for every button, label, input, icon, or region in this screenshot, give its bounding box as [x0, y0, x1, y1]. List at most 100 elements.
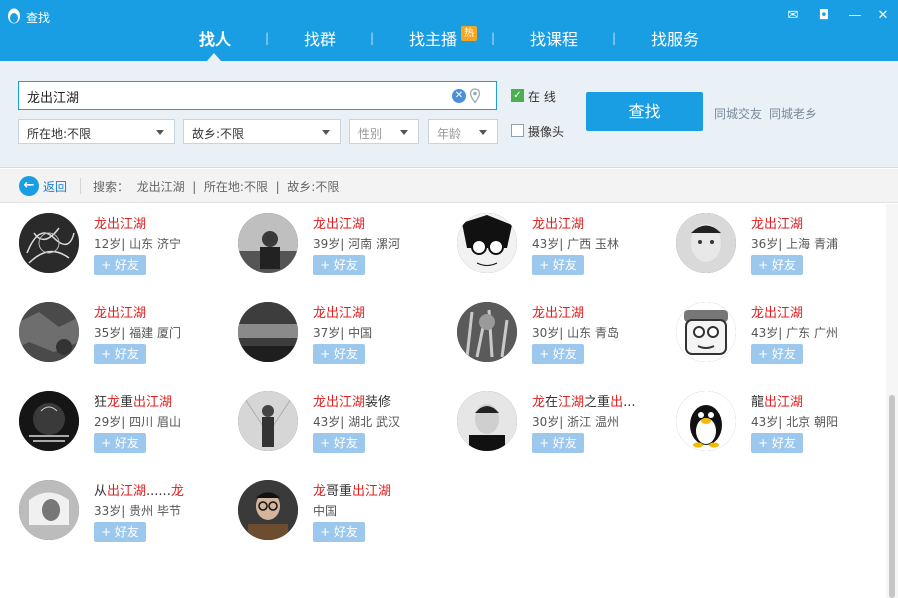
location-select[interactable]: 所在地:不限 — [18, 119, 175, 144]
result-info: 12岁| 山东 济宁 — [94, 237, 181, 251]
search-panel: ✕ 所在地:不限 故乡:不限 性别 年龄 ✓ 在 线 摄像头 查找 同城交友 同… — [0, 61, 898, 168]
result-nickname[interactable]: 狂龙重出江湖 — [94, 391, 172, 410]
active-tab-indicator — [207, 53, 221, 61]
clear-icon[interactable]: ✕ — [452, 89, 466, 103]
avatar[interactable] — [238, 480, 298, 540]
add-friend-button[interactable]: + 好友 — [313, 344, 365, 364]
back-arrow-icon[interactable]: ← — [19, 176, 39, 196]
add-friend-button[interactable]: + 好友 — [94, 522, 146, 542]
title-bar: 查找 ✉ ◘ — ✕ 找人 | 找群 | 找主播 热 | 找课程 | 找服务 — [0, 0, 898, 61]
keyword-input[interactable] — [27, 87, 437, 105]
result-card[interactable]: 龙出江湖 43岁| 广西 玉林 + 好友 — [457, 206, 672, 286]
avatar[interactable] — [457, 213, 517, 273]
local-townsmen-link[interactable]: 同城老乡 — [769, 105, 817, 122]
tab-find-courses[interactable]: 找课程 — [530, 26, 578, 50]
result-card[interactable]: 龙出江湖 30岁| 山东 青岛 + 好友 — [457, 295, 672, 375]
tab-separator: | — [612, 31, 617, 45]
avatar[interactable] — [238, 391, 298, 451]
result-nickname[interactable]: 龙出江湖 — [313, 302, 365, 321]
hometown-select[interactable]: 故乡:不限 — [183, 119, 341, 144]
result-nickname[interactable]: 龍出江湖 — [751, 391, 803, 410]
result-nickname[interactable]: 龙出江湖 — [313, 213, 365, 232]
result-card[interactable]: 龍出江湖 43岁| 北京 朝阳 + 好友 — [676, 384, 886, 464]
tab-find-services[interactable]: 找服务 — [651, 26, 699, 50]
close-button[interactable]: ✕ — [872, 6, 894, 26]
add-friend-button[interactable]: + 好友 — [313, 522, 365, 542]
add-friend-button[interactable]: + 好友 — [532, 433, 584, 453]
result-nickname[interactable]: 龙出江湖 — [94, 213, 146, 232]
add-friend-button[interactable]: + 好友 — [532, 255, 584, 275]
tab-find-people[interactable]: 找人 — [199, 26, 231, 50]
avatar[interactable] — [19, 480, 79, 540]
result-card[interactable]: 从出江湖......龙 33岁| 贵州 毕节 + 好友 — [19, 473, 234, 553]
result-card[interactable]: 龙出江湖 43岁| 广东 广州 + 好友 — [676, 295, 886, 375]
scrollbar-thumb[interactable] — [889, 395, 895, 598]
result-info: 43岁| 湖北 武汉 — [313, 415, 400, 429]
result-card[interactable]: 龙出江湖 36岁| 上海 青浦 + 好友 — [676, 206, 886, 286]
add-friend-button[interactable]: + 好友 — [94, 255, 146, 275]
nickname-text: 重 — [120, 395, 134, 410]
avatar[interactable] — [676, 391, 736, 451]
result-card[interactable]: 龙在江湖之重出... 30岁| 浙江 温州 + 好友 — [457, 384, 672, 464]
keyword-highlight: 龙出江湖 — [751, 306, 804, 321]
result-card[interactable]: 龙出江湖 35岁| 福建 厦门 + 好友 — [19, 295, 234, 375]
find-button[interactable]: 查找 — [586, 92, 703, 131]
avatar[interactable] — [676, 213, 736, 273]
feedback-icon[interactable]: ✉ — [782, 6, 804, 26]
avatar[interactable] — [457, 302, 517, 362]
lock-icon[interactable]: ◘ — [813, 6, 835, 26]
result-nickname[interactable]: 龙出江湖 — [751, 213, 803, 232]
tab-find-streamers[interactable]: 找主播 — [409, 26, 457, 50]
result-card[interactable]: 龙出江湖 39岁| 河南 漯河 + 好友 — [238, 206, 453, 286]
location-pin-icon[interactable] — [469, 88, 481, 104]
result-card[interactable]: 龙出江湖装修 43岁| 湖北 武汉 + 好友 — [238, 384, 453, 464]
result-card[interactable]: 龙哥重出江湖 中国 + 好友 — [238, 473, 453, 553]
result-nickname[interactable]: 龙出江湖 — [751, 302, 803, 321]
result-nickname[interactable]: 龙哥重出江湖 — [313, 480, 391, 499]
camera-checkbox[interactable] — [511, 124, 524, 137]
online-checkbox[interactable]: ✓ — [511, 89, 524, 102]
age-select-placeholder: 年龄 — [437, 127, 462, 141]
tab-separator: | — [491, 31, 496, 45]
result-card[interactable]: 龙出江湖 37岁| 中国 + 好友 — [238, 295, 453, 375]
result-info: 29岁| 四川 眉山 — [94, 415, 181, 429]
location-select-value: 所在地:不限 — [27, 127, 92, 141]
avatar[interactable] — [676, 302, 736, 362]
gender-select[interactable]: 性别 — [349, 119, 419, 144]
add-friend-button[interactable]: + 好友 — [751, 344, 803, 364]
nickname-text: 哥重 — [326, 484, 353, 499]
results-grid: 龙出江湖 12岁| 山东 济宁 + 好友 龙出江湖 39岁| 河南 漯河 + 好友 龙出江湖… — [0, 204, 886, 598]
result-card[interactable]: 狂龙重出江湖 29岁| 四川 眉山 + 好友 — [19, 384, 234, 464]
result-nickname[interactable]: 从出江湖......龙 — [94, 480, 184, 499]
add-friend-button[interactable]: + 好友 — [313, 255, 365, 275]
avatar[interactable] — [19, 391, 79, 451]
add-friend-button[interactable]: + 好友 — [751, 255, 803, 275]
local-friends-link[interactable]: 同城交友 — [714, 105, 762, 122]
tab-separator: | — [370, 31, 375, 45]
avatar[interactable] — [19, 213, 79, 273]
result-card[interactable]: 龙出江湖 12岁| 山东 济宁 + 好友 — [19, 206, 234, 286]
add-friend-button[interactable]: + 好友 — [94, 344, 146, 364]
minimize-button[interactable]: — — [844, 6, 866, 26]
result-nickname[interactable]: 龙在江湖之重出... — [532, 391, 635, 410]
result-nickname[interactable]: 龙出江湖 — [94, 302, 146, 321]
add-friend-button[interactable]: + 好友 — [532, 344, 584, 364]
avatar[interactable] — [19, 302, 79, 362]
result-nickname[interactable]: 龙出江湖 — [532, 302, 584, 321]
result-info: 36岁| 上海 青浦 — [751, 237, 838, 251]
result-nickname[interactable]: 龙出江湖 — [532, 213, 584, 232]
tab-bar: 找人 | 找群 | 找主播 热 | 找课程 | 找服务 — [0, 24, 898, 61]
back-button[interactable]: 返回 — [43, 178, 67, 195]
add-friend-button[interactable]: + 好友 — [94, 433, 146, 453]
keyword-highlight: 龙出江湖 — [751, 217, 804, 232]
age-select[interactable]: 年龄 — [428, 119, 498, 144]
keyword-highlight: 龙 — [532, 395, 546, 410]
add-friend-button[interactable]: + 好友 — [751, 433, 803, 453]
avatar[interactable] — [457, 391, 517, 451]
keyword-highlight: 出 — [610, 395, 624, 410]
add-friend-button[interactable]: + 好友 — [313, 433, 365, 453]
result-nickname[interactable]: 龙出江湖装修 — [313, 391, 391, 410]
avatar[interactable] — [238, 302, 298, 362]
avatar[interactable] — [238, 213, 298, 273]
tab-find-groups[interactable]: 找群 — [304, 26, 336, 50]
